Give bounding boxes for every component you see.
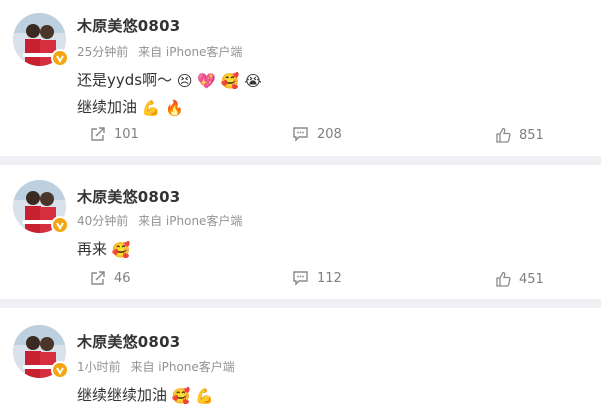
emoji-crying-face-icon: 😭 bbox=[244, 72, 262, 90]
post-text-line: 继续继续加油 bbox=[77, 386, 168, 404]
thumbs-up-icon bbox=[496, 271, 511, 287]
username[interactable]: 木原美悠0803 bbox=[77, 331, 180, 352]
username[interactable]: 木原美悠0803 bbox=[77, 15, 180, 36]
comment-icon bbox=[293, 271, 308, 286]
post-text-line: 还是yyds啊〜 bbox=[77, 71, 173, 89]
repost-count: 101 bbox=[114, 126, 139, 142]
repost-count: 46 bbox=[114, 270, 131, 286]
thumbs-up-icon bbox=[496, 127, 511, 143]
separator bbox=[0, 156, 601, 165]
username[interactable]: 木原美悠0803 bbox=[77, 186, 180, 207]
post-1: 木原美悠0803 25分钟前 来自 iPhone客户端 还是yyds啊〜 😣 💖… bbox=[0, 0, 601, 156]
post-meta: 1小时前 来自 iPhone客户端 bbox=[77, 358, 241, 375]
emoji-grimace-icon: 😣 bbox=[176, 72, 193, 90]
verified-badge-icon bbox=[51, 361, 69, 379]
emoji-love-face-icon: 🥰 bbox=[220, 72, 240, 90]
verified-badge-icon bbox=[51, 216, 69, 234]
post-source: 来自 iPhone客户端 bbox=[138, 214, 243, 228]
emoji-muscle-icon: 💪 bbox=[141, 99, 161, 117]
comment-button[interactable]: 208 bbox=[292, 126, 342, 142]
post-content: 再来 🥰 bbox=[77, 237, 130, 262]
post-text-line: 继续加油 bbox=[77, 98, 138, 116]
emoji-love-face-icon: 🥰 bbox=[111, 241, 131, 259]
repost-button[interactable]: 101 bbox=[90, 126, 139, 142]
post-source: 来自 iPhone客户端 bbox=[130, 360, 235, 374]
emoji-love-face-icon: 🥰 bbox=[171, 387, 191, 405]
comment-icon bbox=[293, 127, 308, 142]
comment-count: 208 bbox=[317, 126, 342, 142]
post-meta: 40分钟前 来自 iPhone客户端 bbox=[77, 212, 248, 229]
post-time[interactable]: 25分钟前 bbox=[77, 45, 128, 59]
verified-badge-icon bbox=[51, 49, 69, 67]
comment-count: 112 bbox=[317, 270, 342, 286]
post-content: 还是yyds啊〜 😣 💖 🥰 😭 继续加油 💪 🔥 bbox=[77, 68, 262, 120]
comment-button[interactable]: 112 bbox=[292, 270, 342, 286]
post-3: 木原美悠0803 1小时前 来自 iPhone客户端 继续继续加油 🥰 💪 bbox=[0, 308, 601, 406]
repost-button[interactable]: 46 bbox=[90, 270, 131, 286]
emoji-fire-icon: 🔥 bbox=[165, 99, 184, 117]
post-text-line: 再来 bbox=[77, 240, 108, 258]
separator bbox=[0, 299, 601, 308]
like-button[interactable]: 451 bbox=[495, 271, 544, 287]
like-count: 851 bbox=[519, 127, 544, 143]
post-time[interactable]: 40分钟前 bbox=[77, 214, 128, 228]
repost-icon bbox=[91, 271, 105, 285]
repost-icon bbox=[91, 127, 105, 141]
post-time[interactable]: 1小时前 bbox=[77, 360, 121, 374]
post-source: 来自 iPhone客户端 bbox=[138, 45, 243, 59]
post-content: 继续继续加油 🥰 💪 bbox=[77, 383, 214, 408]
emoji-muscle-icon: 💪 bbox=[195, 387, 214, 405]
post-2: 木原美悠0803 40分钟前 来自 iPhone客户端 再来 🥰 46 112 … bbox=[0, 165, 601, 299]
post-meta: 25分钟前 来自 iPhone客户端 bbox=[77, 43, 248, 60]
emoji-heart-icon: 💖 bbox=[197, 72, 216, 90]
like-button[interactable]: 851 bbox=[495, 127, 544, 143]
like-count: 451 bbox=[519, 271, 544, 287]
